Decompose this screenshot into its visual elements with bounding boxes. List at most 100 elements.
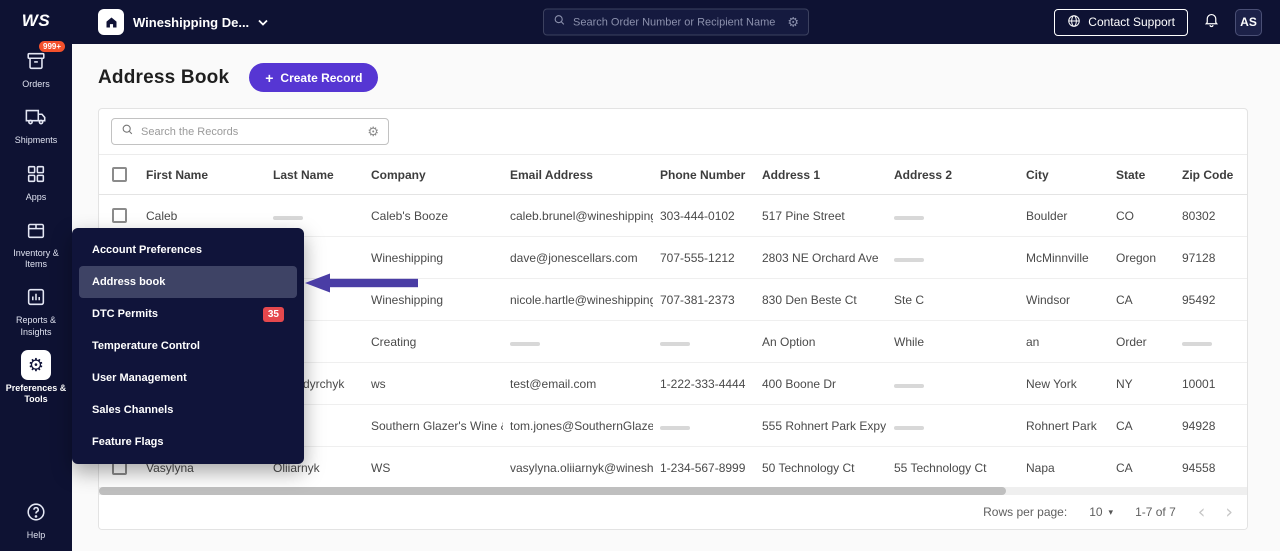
rows-per-page-label: Rows per page:	[983, 505, 1067, 519]
empty-value-dash	[894, 258, 924, 262]
next-page-button[interactable]: ›	[1225, 503, 1233, 522]
menu-item-label: Sales Channels	[92, 404, 173, 416]
row-checkbox[interactable]	[112, 208, 127, 223]
org-name: Wineshipping De...	[133, 15, 249, 30]
cell: 400 Boone Dr	[755, 377, 887, 391]
contact-support-label: Contact Support	[1088, 15, 1175, 29]
menu-item-account-preferences[interactable]: Account Preferences	[79, 234, 297, 266]
grid-icon	[21, 159, 51, 189]
page-head: Address Book + Create Record	[72, 44, 1280, 92]
previous-page-button[interactable]: ‹	[1198, 503, 1206, 522]
cell: 50 Technology Ct	[755, 461, 887, 475]
global-search: ⚙	[543, 9, 809, 36]
sidebar-item-orders[interactable]: 999+Orders	[0, 46, 72, 90]
rows-per-page-select[interactable]: 10 ▾	[1089, 505, 1113, 519]
cell: 2803 NE Orchard Ave	[755, 251, 887, 265]
menu-item-label: Temperature Control	[92, 340, 200, 352]
cell	[887, 377, 1019, 391]
menu-item-label: Feature Flags	[92, 436, 164, 448]
page-title: Address Book	[98, 67, 229, 89]
records-search-input[interactable]	[141, 126, 360, 138]
search-settings-gear-icon[interactable]: ⚙	[787, 16, 799, 29]
top-header: Wineshipping De... ⚙ Contact Support AS	[72, 0, 1280, 44]
cell: 303-444-0102	[653, 209, 755, 223]
cell: Caleb	[139, 209, 266, 223]
column-header: Address 2	[887, 168, 1019, 182]
cell: ws	[364, 377, 503, 391]
menu-item-label: User Management	[92, 372, 187, 384]
cell: Napa	[1019, 461, 1109, 475]
cell: An Option	[755, 335, 887, 349]
horizontal-scrollbar-thumb[interactable]	[99, 487, 1006, 495]
orders-icon: 999+	[21, 46, 51, 76]
pagination-bar: Rows per page: 10 ▾ 1-7 of 7 ‹ ›	[99, 495, 1247, 529]
cell	[653, 335, 755, 349]
empty-value-dash	[894, 216, 924, 220]
select-all-cell	[99, 167, 139, 182]
empty-value-dash	[894, 426, 924, 430]
sidebar-item-shipments[interactable]: Shipments	[0, 102, 72, 146]
pagination-controls: ‹ ›	[1198, 503, 1233, 522]
cell: Boulder	[1019, 209, 1109, 223]
rows-per-page-value: 10	[1089, 505, 1102, 519]
empty-value-dash	[1182, 342, 1212, 346]
menu-item-label: DTC Permits	[92, 308, 158, 320]
column-header: Phone Number	[653, 168, 755, 182]
user-avatar[interactable]: AS	[1235, 9, 1262, 36]
cell: 555 Rohnert Park Expy	[755, 419, 887, 433]
cell: nicole.hartle@wineshipping.com	[503, 293, 653, 307]
cell: dave@jonescellars.com	[503, 251, 653, 265]
cell	[653, 419, 755, 433]
menu-item-sales-channels[interactable]: Sales Channels	[79, 394, 297, 426]
cell: Order	[1109, 335, 1175, 349]
cell: 55 Technology Ct	[887, 461, 1019, 475]
column-header: Last Name	[266, 168, 364, 182]
cell: CA	[1109, 293, 1175, 307]
menu-item-dtc-permits[interactable]: DTC Permits35	[79, 298, 297, 330]
records-filter-gear-icon[interactable]: ⚙	[367, 125, 379, 138]
cell: tom.jones@SouthernGlazes.com	[503, 419, 653, 433]
cell	[887, 251, 1019, 265]
cell: 95492	[1175, 293, 1247, 307]
cell: 1-234-567-8999	[653, 461, 755, 475]
menu-item-feature-flags[interactable]: Feature Flags	[79, 426, 297, 458]
global-search-input[interactable]	[573, 16, 780, 28]
sidebar-item-reports[interactable]: Reports & Insights	[0, 282, 72, 338]
globe-icon	[1067, 14, 1081, 31]
gear-icon: ⚙	[21, 350, 51, 380]
select-all-checkbox[interactable]	[112, 167, 127, 182]
org-building-icon	[98, 9, 124, 35]
preferences-menu: Account PreferencesAddress bookDTC Permi…	[72, 228, 304, 464]
sidebar-item-label: Reports & Insights	[5, 315, 67, 338]
column-header: Address 1	[755, 168, 887, 182]
cell: 94558	[1175, 461, 1247, 475]
sidebar-item-apps[interactable]: Apps	[0, 159, 72, 203]
chart-icon	[21, 282, 51, 312]
column-header: First Name	[139, 168, 266, 182]
create-record-button[interactable]: + Create Record	[249, 63, 378, 92]
cell: Oregon	[1109, 251, 1175, 265]
cell: 830 Den Beste Ct	[755, 293, 887, 307]
cell: 707-555-1212	[653, 251, 755, 265]
menu-item-temperature-control[interactable]: Temperature Control	[79, 330, 297, 362]
records-search: ⚙	[111, 118, 389, 145]
cell: CA	[1109, 419, 1175, 433]
cell: Rohnert Park	[1019, 419, 1109, 433]
cell: 517 Pine Street	[755, 209, 887, 223]
search-icon	[553, 13, 566, 31]
sidebar-item-help[interactable]: Help	[0, 497, 72, 541]
menu-item-address-book[interactable]: Address book	[79, 266, 297, 298]
notifications-bell-icon[interactable]	[1203, 11, 1220, 33]
horizontal-scrollbar	[99, 487, 1247, 495]
empty-value-dash	[894, 384, 924, 388]
sidebar-item-inventory[interactable]: Inventory & Items	[0, 215, 72, 271]
cell: Wineshipping	[364, 251, 503, 265]
menu-item-user-management[interactable]: User Management	[79, 362, 297, 394]
header-actions: Contact Support AS	[1054, 9, 1280, 36]
annotation-arrow	[305, 272, 418, 294]
search-icon	[121, 123, 134, 141]
app-logo: WS	[22, 11, 50, 31]
sidebar-item-preferences[interactable]: ⚙Preferences & Tools	[0, 350, 72, 406]
org-switcher[interactable]: Wineshipping De...	[72, 9, 268, 35]
contact-support-button[interactable]: Contact Support	[1054, 9, 1188, 36]
